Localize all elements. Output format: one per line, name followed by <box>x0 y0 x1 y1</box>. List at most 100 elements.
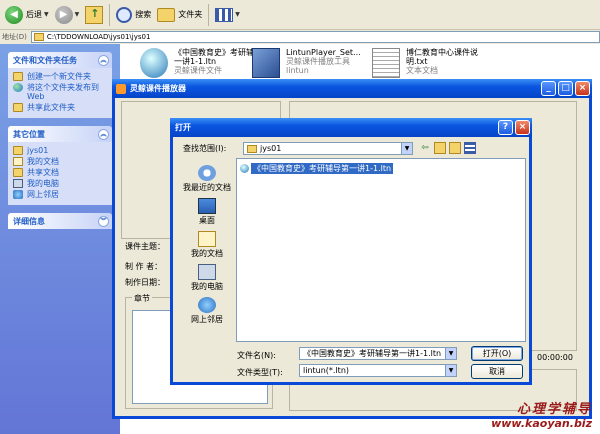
place-my-documents[interactable]: 我的文档 <box>13 157 108 166</box>
place-label: 桌面 <box>199 216 215 225</box>
folders-button[interactable]: 文件夹 <box>154 3 205 27</box>
places-bar: 我最近的文档 桌面 我的文档 我的电脑 网上邻居 <box>179 160 235 326</box>
folders-icon <box>157 7 176 22</box>
place-recent-documents[interactable]: 我最近的文档 <box>179 160 235 193</box>
time-display: 00:00:00 <box>537 353 573 362</box>
text-file-icon <box>372 48 400 78</box>
close-button[interactable]: × <box>575 81 590 96</box>
explorer-toolbar: ◀ 后退 ▼ ▶ ▼ 搜索 文件夹 ▼ <box>0 0 600 30</box>
chapter-label: 章节 <box>132 293 152 304</box>
player-app-icon <box>116 83 126 94</box>
lookin-label: 查找范围(I): <box>183 144 227 153</box>
file-name: LintunPlayer_Set... <box>286 48 361 57</box>
panel-title: 文件和文件夹任务 <box>13 55 77 65</box>
place-label: 我的电脑 <box>27 179 59 188</box>
file-list[interactable]: 《中国教育史》考研辅导第一讲1-1.ltn <box>236 158 526 342</box>
place-label: jys01 <box>27 146 49 155</box>
close-button[interactable]: × <box>515 120 530 135</box>
file-item[interactable]: LintunPlayer_Set... 灵鲸课件播放工具 lintun <box>252 48 361 78</box>
task-share-folder[interactable]: 共享此文件夹 <box>13 103 108 112</box>
place-my-documents[interactable]: 我的文档 <box>179 226 235 259</box>
up-folder-button[interactable] <box>82 3 106 27</box>
task-label: 共享此文件夹 <box>27 103 75 112</box>
file-name: 博仁教育中心课件说明.txt <box>406 48 478 66</box>
back-arrow-icon[interactable]: ⇦ <box>419 142 431 154</box>
other-places-header[interactable]: 其它位置 ︽ <box>8 126 112 142</box>
open-button-label: 打开(O) <box>482 349 512 358</box>
back-arrow-icon: ◀ <box>5 5 23 24</box>
filename-input[interactable]: 《中国教育史》考研辅导第一讲1-1.ltn ▼ <box>299 347 457 360</box>
desktop-icon <box>198 198 216 214</box>
views-button[interactable]: ▼ <box>212 3 243 27</box>
place-jys01[interactable]: jys01 <box>13 146 108 155</box>
back-button[interactable]: ◀ 后退 ▼ <box>2 3 52 27</box>
forward-dropdown-icon[interactable]: ▼ <box>75 11 80 18</box>
maximize-button[interactable]: □ <box>558 81 573 96</box>
help-button[interactable]: ? <box>498 120 513 135</box>
publish-web-icon <box>13 83 23 92</box>
lookin-select[interactable]: jys01 ▼ <box>243 142 413 155</box>
task-pane: 文件和文件夹任务 ︽ 创建一个新文件夹 将这个文件夹发布到 Web 共享此文件夹… <box>0 44 120 434</box>
place-network[interactable]: 网上邻居 <box>179 292 235 325</box>
minimize-button[interactable]: _ <box>541 81 556 96</box>
file-tasks-body: 创建一个新文件夹 将这个文件夹发布到 Web 共享此文件夹 <box>8 68 112 118</box>
place-shared-documents[interactable]: 共享文档 <box>13 168 108 177</box>
folder-icon <box>13 146 23 155</box>
file-tasks-panel: 文件和文件夹任务 ︽ 创建一个新文件夹 将这个文件夹发布到 Web 共享此文件夹 <box>8 52 112 118</box>
media-file-icon <box>140 48 168 78</box>
folders-label: 文件夹 <box>178 10 203 19</box>
chevron-down-icon[interactable]: ▼ <box>445 365 456 376</box>
place-desktop[interactable]: 桌面 <box>179 193 235 226</box>
panel-title: 其它位置 <box>13 129 45 139</box>
my-documents-icon <box>13 157 23 166</box>
task-label: 将这个文件夹发布到 Web <box>27 83 99 101</box>
lookin-row: 查找范围(I): jys01 ▼ <box>183 142 413 155</box>
recent-documents-icon <box>198 165 216 181</box>
details-panel: 详细信息 ︾ <box>8 213 112 229</box>
file-list-item[interactable]: 《中国教育史》考研辅导第一讲1-1.ltn <box>240 163 394 174</box>
views-dropdown-icon[interactable]: ▼ <box>235 11 240 18</box>
folder-icon <box>247 144 257 153</box>
player-title: 灵鲸课件播放器 <box>130 84 186 93</box>
chevron-down-icon[interactable]: ▼ <box>445 348 456 359</box>
other-places-body: jys01 我的文档 共享文档 我的电脑 网上邻居 <box>8 142 112 205</box>
filetype-select[interactable]: lintun(*.ltn) ▼ <box>299 364 457 377</box>
date-label: 制作日期： <box>125 278 165 287</box>
file-type: 文本文档 <box>406 66 438 75</box>
open-dialog-titlebar[interactable]: 打开 ? × <box>170 118 532 137</box>
panel-title: 详细信息 <box>13 216 45 226</box>
address-input[interactable]: C:\TDDOWNLOAD\jys01\jys01 <box>30 31 600 43</box>
back-dropdown-icon[interactable]: ▼ <box>44 11 49 18</box>
view-menu-icon[interactable] <box>464 142 476 154</box>
file-tasks-header[interactable]: 文件和文件夹任务 ︽ <box>8 52 112 68</box>
chevron-down-icon[interactable]: ▼ <box>401 143 412 154</box>
file-item[interactable]: 博仁教育中心课件说明.txt 文本文档 <box>372 48 492 78</box>
player-titlebar[interactable]: 灵鲸课件播放器 _ □ × <box>112 79 592 98</box>
new-folder-icon[interactable] <box>449 142 461 154</box>
forward-arrow-icon: ▶ <box>54 5 73 24</box>
task-publish-web[interactable]: 将这个文件夹发布到 Web <box>13 83 108 101</box>
search-label: 搜索 <box>135 10 152 19</box>
task-new-folder[interactable]: 创建一个新文件夹 <box>13 72 108 81</box>
place-label: 我的文档 <box>27 157 59 166</box>
file-list-item-name: 《中国教育史》考研辅导第一讲1-1.ltn <box>251 163 394 174</box>
chevron-up-icon[interactable]: ︽ <box>98 128 109 140</box>
chevron-down-icon[interactable]: ︾ <box>98 215 109 227</box>
up-folder-icon[interactable] <box>434 142 446 154</box>
open-button[interactable]: 打开(O) <box>471 346 523 361</box>
dialog-title: 打开 <box>175 123 191 132</box>
details-header[interactable]: 详细信息 ︾ <box>8 213 112 229</box>
place-network[interactable]: 网上邻居 <box>13 190 108 199</box>
file-type: 灵鲸课件播放工具 <box>286 57 350 66</box>
place-my-computer[interactable]: 我的电脑 <box>179 259 235 292</box>
search-button[interactable]: 搜索 <box>113 3 154 27</box>
cancel-button[interactable]: 取消 <box>471 364 523 379</box>
task-label: 创建一个新文件夹 <box>27 72 91 81</box>
place-my-computer[interactable]: 我的电脑 <box>13 179 108 188</box>
cancel-button-label: 取消 <box>489 367 505 376</box>
network-places-icon <box>13 190 23 199</box>
chevron-up-icon[interactable]: ︽ <box>98 54 109 66</box>
address-bar: 地址(D) C:\TDDOWNLOAD\jys01\jys01 <box>0 30 600 44</box>
dialog-toolbar: ⇦ <box>419 142 479 154</box>
forward-button[interactable]: ▶ ▼ <box>52 3 83 27</box>
